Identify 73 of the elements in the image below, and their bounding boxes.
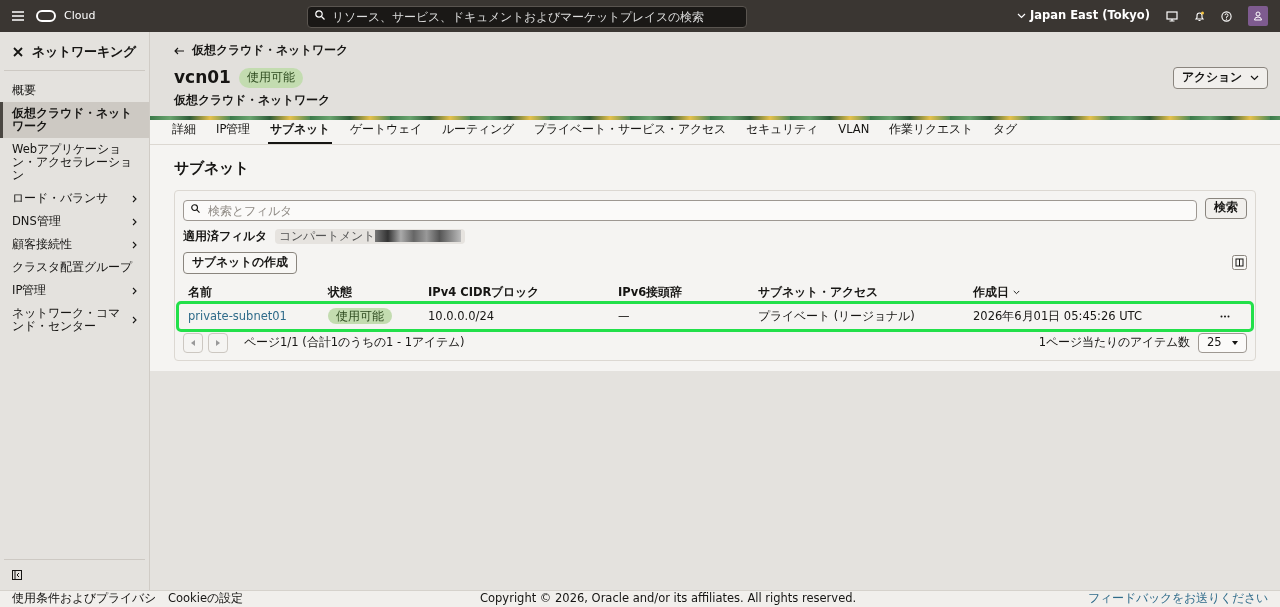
back-arrow-icon[interactable] (174, 46, 184, 55)
items-per-page-select[interactable]: 25 (1198, 332, 1247, 353)
chevron-down-icon (1017, 13, 1027, 19)
column-header[interactable]: 作成日 (973, 283, 1009, 301)
chevron-right-icon[interactable] (132, 286, 137, 295)
create-subnet-button[interactable]: サブネットの作成 (183, 251, 297, 274)
more-options-icon[interactable] (1220, 314, 1230, 318)
status-badge: 使用可能 (328, 307, 392, 324)
sidebar-item[interactable]: ロード・バランサ (12, 192, 128, 205)
sort-descending-icon[interactable] (1013, 289, 1020, 295)
footer-link[interactable]: Cookieの設定 (168, 590, 244, 607)
resource-type: 仮想クラウド・ネットワーク (174, 91, 330, 109)
subnet-link[interactable]: private-subnet01 (188, 307, 287, 325)
search-button[interactable]: 検索 (1205, 197, 1247, 219)
table-cell-text: 10.0.0.0/24 (428, 307, 496, 325)
left-caret-icon (191, 339, 195, 346)
status-badge: 使用可能 (238, 68, 303, 88)
user-avatar-icon[interactable] (1248, 6, 1268, 26)
table-cell-text: — (618, 307, 631, 325)
sidebar-item[interactable]: クラスタ配置グループ (12, 261, 137, 274)
section-title: サブネット (174, 158, 250, 179)
tab[interactable]: VLAN (836, 120, 872, 144)
menu-icon[interactable] (12, 11, 24, 21)
logo-icon (36, 10, 56, 22)
copyright-text: Copyright © 2026, Oracle and/or its affiliates. All rights reserved. (480, 590, 857, 607)
items-per-page-label: 1ページ当たりのアイテム数 (1038, 334, 1190, 352)
tab[interactable]: IP管理 (214, 120, 253, 144)
footer-link[interactable]: 使用条件およびプライバシ (12, 590, 156, 607)
sidebar-item[interactable]: IP管理 (12, 284, 128, 297)
column-header[interactable]: IPv6接頭辞 (618, 283, 683, 301)
region-selector[interactable]: Japan East (Tokyo) (1017, 7, 1150, 25)
dropdown-caret-icon (1232, 340, 1238, 345)
filter-search-field[interactable]: 検索とフィルタ (183, 200, 1197, 221)
tab[interactable]: 詳細 (170, 120, 198, 144)
tab[interactable]: ルーティング (440, 120, 517, 144)
column-header[interactable]: IPv4 CIDRブロック (428, 283, 540, 301)
sidebar-item[interactable]: DNS管理 (12, 215, 128, 228)
chevron-right-icon[interactable] (132, 240, 137, 249)
applied-filter-label: 適用済フィルタ (183, 227, 267, 245)
actions-button[interactable]: アクション (1173, 67, 1268, 89)
chevron-right-icon[interactable] (132, 217, 137, 226)
bell-icon[interactable] (1194, 10, 1205, 22)
tab[interactable]: ゲートウェイ (348, 120, 425, 144)
monitor-icon[interactable] (1166, 10, 1178, 22)
collapse-panel-icon[interactable] (12, 569, 22, 580)
tab[interactable]: 作業リクエスト (887, 120, 976, 144)
column-header[interactable]: 名前 (188, 283, 212, 301)
columns-icon[interactable] (1232, 255, 1247, 271)
tab[interactable]: タグ (991, 120, 1020, 144)
sidebar-item[interactable]: Webアプリケーション・アクセラレーション (12, 143, 137, 182)
breadcrumb-link[interactable]: 仮想クラウド・ネットワーク (192, 42, 348, 60)
sidebar-item[interactable]: ネットワーク・コマンド・センター (12, 307, 128, 333)
chevron-down-icon (1250, 75, 1259, 81)
feedback-link[interactable]: フィードバックをお送りください (1088, 590, 1268, 607)
sidebar-item[interactable]: 顧客接続性 (12, 238, 128, 251)
search-field[interactable]: リソース、サービス、ドキュメントおよびマーケットプレイスの検索 (307, 6, 748, 28)
sidebar-item[interactable]: 概要 (12, 84, 137, 97)
pagination-summary: ページ1/1 (合計1のうちの1 - 1アイテム) (244, 334, 465, 352)
brand-name: Cloud (64, 7, 96, 24)
tab[interactable]: セキュリティ (744, 120, 821, 144)
filter-chip[interactable]: コンパートメント (275, 228, 465, 244)
column-header[interactable]: サブネット・アクセス (758, 283, 878, 301)
help-icon[interactable] (1221, 10, 1232, 22)
tab[interactable]: プライベート・サービス・アクセス (532, 120, 729, 144)
filter-chip-label: コンパートメント (279, 227, 375, 245)
table-cell-text: 2026年6月01日 05:45:26 UTC (973, 307, 1143, 325)
chevron-right-icon[interactable] (132, 194, 137, 203)
sidebar-title: ネットワーキング (32, 42, 136, 61)
chevron-right-icon[interactable] (132, 316, 137, 324)
right-caret-icon (216, 339, 220, 346)
column-header[interactable]: 状態 (328, 283, 352, 301)
table-cell-text: プライベート (リージョナル) (758, 307, 916, 325)
resource-name: vcn01 (174, 66, 231, 90)
